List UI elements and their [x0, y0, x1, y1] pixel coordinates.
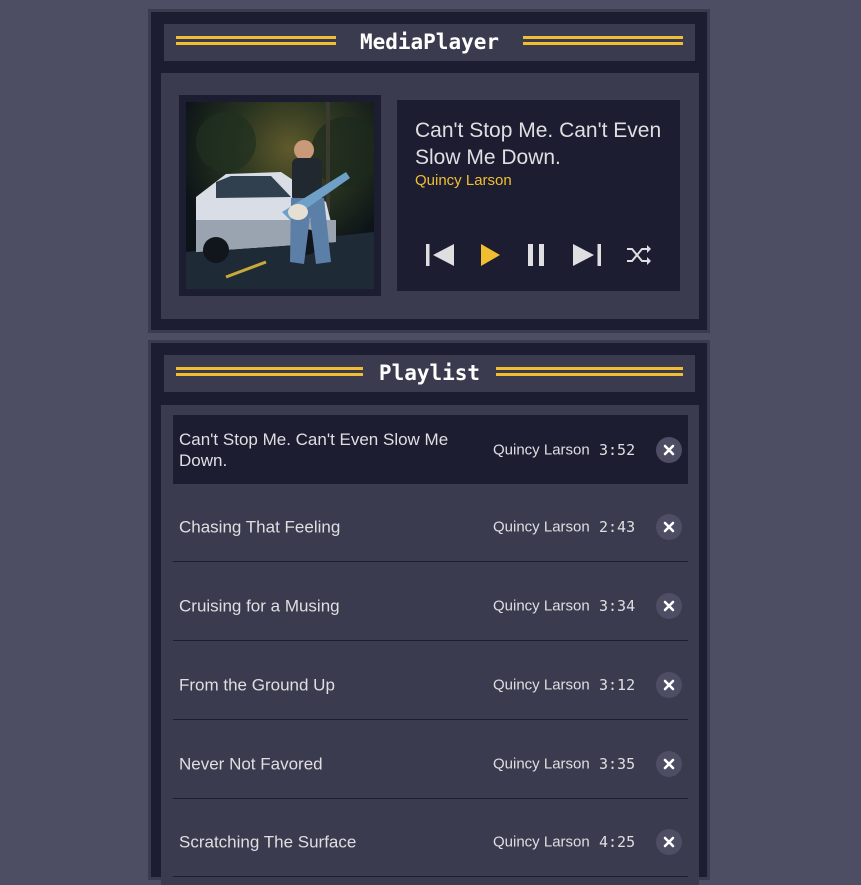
playlist-item[interactable]: Never Not Favored Quincy Larson 3:35 — [173, 730, 688, 799]
track-duration: 4:25 — [599, 833, 636, 851]
track-duration: 3:34 — [599, 597, 636, 615]
pause-button[interactable] — [520, 240, 554, 270]
playlist-item[interactable]: Chasing That Feeling Quincy Larson 2:43 — [173, 493, 688, 562]
track-title: Chasing That Feeling — [179, 517, 341, 537]
playlist-item-current[interactable]: Can't Stop Me. Can't Even Slow Me Down. … — [173, 415, 688, 484]
player-body: Can't Stop Me. Can't Even Slow Me Down. … — [161, 73, 699, 319]
delete-track-button[interactable] — [656, 672, 682, 698]
close-icon — [663, 679, 675, 691]
close-icon — [663, 444, 675, 455]
track-artist: Quincy Larson — [493, 755, 590, 773]
track-artist: Quincy Larson — [493, 597, 590, 615]
delete-track-button[interactable] — [656, 829, 682, 855]
now-playing-artist: Quincy Larson — [415, 172, 512, 189]
track-duration: 2:43 — [599, 518, 636, 536]
player-title: MediaPlayer — [359, 30, 500, 54]
pause-icon — [528, 244, 544, 266]
close-icon — [663, 836, 675, 848]
shuffle-icon — [627, 245, 651, 265]
delete-track-button[interactable] — [656, 751, 682, 777]
playlist-list: Can't Stop Me. Can't Even Slow Me Down. … — [161, 405, 699, 885]
track-title: Cruising for a Musing — [179, 596, 340, 616]
delete-track-button[interactable] — [656, 593, 682, 619]
play-icon — [481, 244, 500, 266]
track-title: Scratching The Surface — [179, 832, 357, 852]
track-artist: Quincy Larson — [493, 833, 590, 851]
playlist-item[interactable]: Cruising for a Musing Quincy Larson 3:34 — [173, 572, 688, 641]
play-button[interactable] — [473, 240, 507, 270]
track-artist: Quincy Larson — [493, 441, 590, 458]
album-art-image — [186, 102, 374, 289]
album-art-frame — [179, 95, 381, 296]
track-duration: 3:35 — [599, 755, 636, 773]
playlist-title: Playlist — [378, 361, 481, 385]
track-artist: Quincy Larson — [493, 518, 590, 536]
close-icon — [663, 758, 675, 770]
next-button[interactable] — [570, 240, 604, 270]
playlist-item[interactable]: Scratching The Surface Quincy Larson 4:2… — [173, 808, 688, 877]
track-title: Can't Stop Me. Can't Even Slow Me Down. — [179, 429, 449, 470]
close-icon — [663, 600, 675, 612]
playlist-item[interactable]: From the Ground Up Quincy Larson 3:12 — [173, 651, 688, 720]
track-title: From the Ground Up — [179, 675, 335, 695]
media-player-panel: MediaPlayer Can't Stop Me. Can't Even Sl… — [148, 9, 710, 333]
playlist-title-bar: Playlist — [164, 355, 695, 392]
playlist-panel: Playlist Can't Stop Me. Can't Even Slow … — [148, 340, 710, 885]
track-artist: Quincy Larson — [493, 676, 590, 694]
close-icon — [663, 521, 675, 533]
track-duration: 3:12 — [599, 676, 636, 694]
now-playing-info: Can't Stop Me. Can't Even Slow Me Down. … — [397, 100, 680, 291]
delete-track-button[interactable] — [656, 514, 682, 540]
track-duration: 3:52 — [599, 440, 636, 459]
delete-track-button[interactable] — [656, 436, 682, 463]
shuffle-button[interactable] — [621, 240, 655, 270]
skip-previous-icon — [426, 244, 454, 266]
previous-button[interactable] — [423, 240, 457, 270]
skip-next-icon — [573, 244, 601, 266]
track-title: Never Not Favored — [179, 754, 323, 774]
now-playing-title: Can't Stop Me. Can't Even Slow Me Down. — [415, 119, 662, 169]
player-title-bar: MediaPlayer — [164, 24, 695, 61]
